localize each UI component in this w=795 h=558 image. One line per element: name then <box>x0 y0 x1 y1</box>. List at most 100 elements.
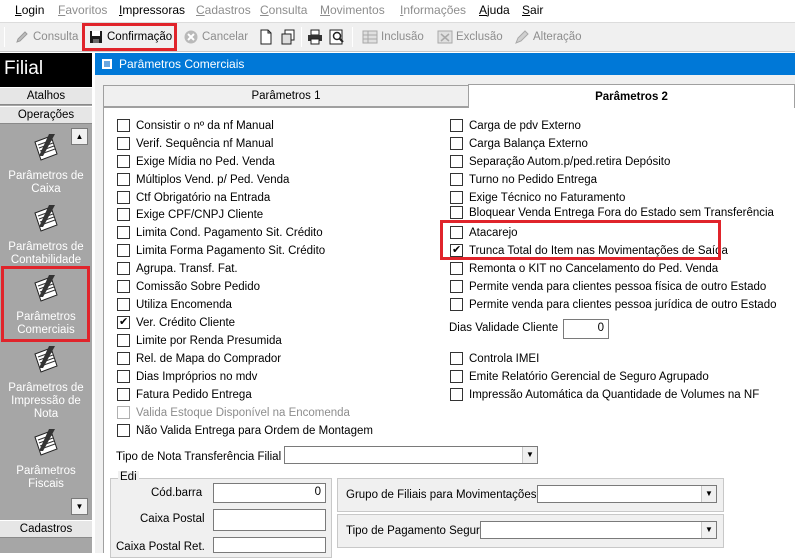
sidebar-item-parametros-impressao-nota[interactable]: Parâmetros de Impressão de Nota <box>4 344 88 421</box>
checkbox-box[interactable] <box>117 262 130 275</box>
print-button[interactable] <box>307 26 323 48</box>
chevron-down-icon[interactable]: ▼ <box>701 486 716 502</box>
checkbox-box[interactable] <box>117 352 130 365</box>
dias-validade-input[interactable]: 0 <box>563 319 609 339</box>
checkbox-box[interactable] <box>450 298 463 311</box>
sidebar-item-parametros-fiscais[interactable]: Parâmetros Fiscais <box>4 427 88 491</box>
new-document-button[interactable] <box>258 26 274 48</box>
checkbox-box[interactable] <box>450 155 463 168</box>
checkbox-box[interactable] <box>117 155 130 168</box>
checkbox-box[interactable] <box>117 244 130 257</box>
checkbox-box[interactable] <box>117 191 130 204</box>
checkbox-box[interactable] <box>117 226 130 239</box>
checkbox-remonta-kit[interactable]: Remonta o KIT no Cancelamento do Ped. Ve… <box>450 261 718 276</box>
checkbox-comissao-pedido[interactable]: Comissão Sobre Pedido <box>117 279 260 294</box>
checkbox-exige-cpf-cnpj[interactable]: Exige CPF/CNPJ Cliente <box>117 207 263 222</box>
checkbox-exige-midia[interactable]: Exige Mídia no Ped. Venda <box>117 154 275 169</box>
codbarra-input[interactable]: 0 <box>213 483 326 503</box>
checkbox-limita-forma-pagamento[interactable]: Limita Forma Pagamento Sit. Crédito <box>117 243 325 258</box>
checkbox-box[interactable] <box>117 208 130 221</box>
chevron-down-icon[interactable]: ▼ <box>701 522 716 538</box>
checkbox-controla-imei[interactable]: Controla IMEI <box>450 351 539 366</box>
cancelar-button[interactable]: Cancelar <box>183 26 248 48</box>
checkbox-utiliza-encomenda[interactable]: Utiliza Encomenda <box>117 297 232 312</box>
checkbox-box[interactable] <box>117 119 130 132</box>
sidebar-section-cadastros[interactable]: Cadastros <box>0 520 92 538</box>
menu-consulta[interactable]: Consulta <box>260 3 307 17</box>
checkbox-box[interactable] <box>450 137 463 150</box>
checkbox-limita-cond-pagamento[interactable]: Limita Cond. Pagamento Sit. Crédito <box>117 225 323 240</box>
checkbox-box[interactable] <box>117 370 130 383</box>
checkbox-carga-pdv-externo[interactable]: Carga de pdv Externo <box>450 118 581 133</box>
checkbox-bloquear-venda-entrega[interactable]: Bloquear Venda Entrega Fora do Estado se… <box>450 205 774 220</box>
consulta-button[interactable]: Consulta <box>14 26 78 48</box>
copy-document-button[interactable] <box>280 26 296 48</box>
checkbox-box[interactable] <box>450 280 463 293</box>
menu-login[interactable]: Login <box>15 3 44 17</box>
checkbox-multiplos-vend[interactable]: Múltiplos Vend. p/ Ped. Venda <box>117 172 289 187</box>
menu-ajuda[interactable]: Ajuda <box>479 3 510 17</box>
checkbox-permite-venda-juridica[interactable]: Permite venda para clientes pessoa juríd… <box>450 297 777 312</box>
checkbox-box[interactable] <box>117 173 130 186</box>
checkbox-carga-balanca-externo[interactable]: Carga Balança Externo <box>450 136 588 151</box>
checkbox-box[interactable] <box>450 173 463 186</box>
checkbox-emite-relatorio-seguro[interactable]: Emite Relatório Gerencial de Seguro Agru… <box>450 369 709 384</box>
checkbox-trunca-total-item[interactable]: Trunca Total do Item nas Movimentações d… <box>450 243 728 258</box>
checkbox-box[interactable] <box>117 280 130 293</box>
checkbox-ctf-obrigatorio[interactable]: Ctf Obrigatório na Entrada <box>117 190 270 205</box>
caixa-postal-ret-input[interactable] <box>213 537 326 553</box>
sidebar-section-atalhos[interactable]: Atalhos <box>0 87 92 105</box>
checkbox-box[interactable] <box>450 262 463 275</box>
tipo-nota-select[interactable]: ▼ <box>284 446 538 464</box>
confirmacao-button[interactable]: Confirmação <box>88 26 172 48</box>
menu-cadastros[interactable]: Cadastros <box>196 3 251 17</box>
menu-informacoes[interactable]: Informações <box>400 3 466 17</box>
menu-movimentos[interactable]: Movimentos <box>320 3 385 17</box>
checkbox-box[interactable] <box>117 298 130 311</box>
checkbox-turno-pedido-entrega[interactable]: Turno no Pedido Entrega <box>450 172 597 187</box>
checkbox-agrupa-transf-fat[interactable]: Agrupa. Transf. Fat. <box>117 261 238 276</box>
checkbox-box[interactable] <box>450 243 463 257</box>
inclusao-button[interactable]: Inclusão <box>362 26 424 48</box>
menu-impressoras[interactable]: Impressoras <box>119 3 185 17</box>
sidebar-item-parametros-comerciais[interactable]: Parâmetros Comerciais <box>4 273 88 337</box>
checkbox-nao-valida-entrega[interactable]: Não Valida Entrega para Ordem de Montage… <box>117 423 373 438</box>
checkbox-impressao-volumes-nf[interactable]: Impressão Automática da Quantidade de Vo… <box>450 387 759 402</box>
checkbox-box[interactable] <box>450 206 463 219</box>
checkbox-exige-tecnico[interactable]: Exige Técnico no Faturamento <box>450 190 625 205</box>
checkbox-box[interactable] <box>117 334 130 347</box>
checkbox-box[interactable] <box>117 424 130 437</box>
checkbox-box[interactable] <box>450 119 463 132</box>
sidebar-scroll-down-button[interactable]: ▼ <box>71 498 88 515</box>
search-button[interactable] <box>329 26 345 48</box>
checkbox-box[interactable] <box>117 388 130 401</box>
exclusao-button[interactable]: Exclusão <box>437 26 503 48</box>
checkbox-box[interactable] <box>450 352 463 365</box>
checkbox-verif-sequencia-nf[interactable]: Verif. Sequência nf Manual <box>117 136 273 151</box>
alteracao-button[interactable]: Alteração <box>514 26 582 48</box>
sidebar-item-parametros-caixa[interactable]: Parâmetros de Caixa <box>4 132 88 196</box>
sidebar-section-operacoes[interactable]: Operações <box>0 106 92 124</box>
chevron-down-icon[interactable]: ▼ <box>522 447 537 463</box>
checkbox-limite-renda-presumida[interactable]: Limite por Renda Presumida <box>117 333 282 348</box>
checkbox-rel-mapa-comprador[interactable]: Rel. de Mapa do Comprador <box>117 351 281 366</box>
checkbox-box[interactable] <box>450 226 463 239</box>
grupo-filiais-select[interactable]: ▼ <box>537 485 717 503</box>
tab-parametros-2[interactable]: Parâmetros 2 <box>468 84 795 108</box>
checkbox-ver-credito-cliente[interactable]: Ver. Crédito Cliente <box>117 315 235 330</box>
checkbox-fatura-pedido-entrega[interactable]: Fatura Pedido Entrega <box>117 387 252 402</box>
checkbox-consistir-nf-manual[interactable]: Consistir o nº da nf Manual <box>117 118 274 133</box>
checkbox-box[interactable] <box>117 137 130 150</box>
checkbox-box[interactable] <box>450 388 463 401</box>
tab-parametros-1[interactable]: Parâmetros 1 <box>103 85 469 107</box>
checkbox-atacarejo[interactable]: Atacarejo <box>450 225 518 240</box>
checkbox-permite-venda-fisica[interactable]: Permite venda para clientes pessoa físic… <box>450 279 766 294</box>
checkbox-box[interactable] <box>450 191 463 204</box>
menu-favoritos[interactable]: Favoritos <box>58 3 107 17</box>
sidebar-item-parametros-contabilidade[interactable]: Parâmetros de Contabilidade <box>4 203 88 267</box>
tipo-pagamento-select[interactable]: ▼ <box>480 521 717 539</box>
checkbox-valida-estoque[interactable]: Valida Estoque Disponível na Encomenda <box>117 405 350 420</box>
checkbox-dias-improprios[interactable]: Dias Impróprios no mdv <box>117 369 257 384</box>
checkbox-box[interactable] <box>117 315 130 329</box>
checkbox-box[interactable] <box>117 406 130 419</box>
